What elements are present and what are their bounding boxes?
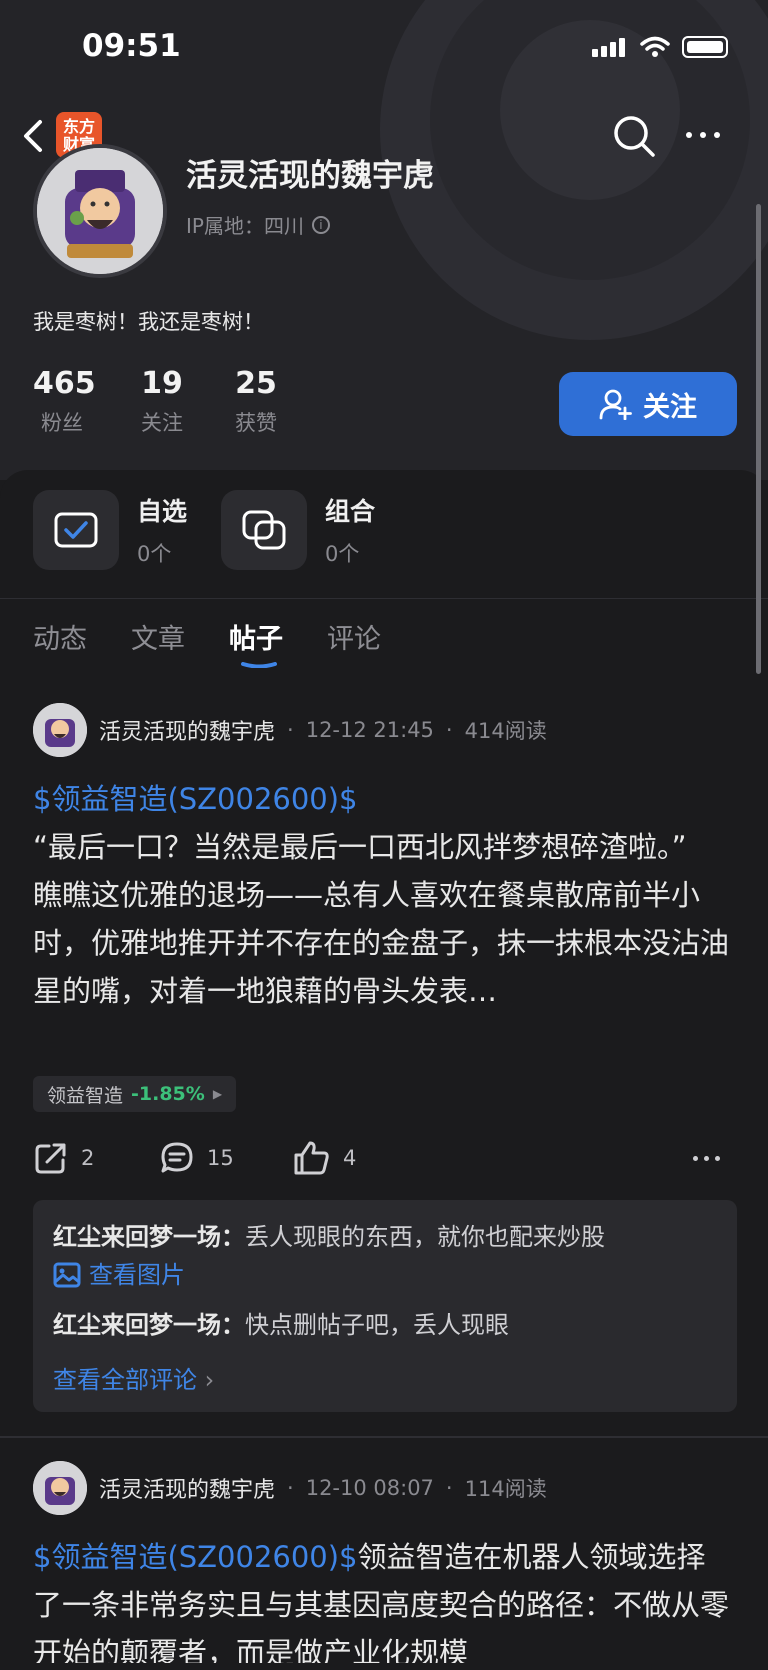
divider — [0, 1436, 768, 1438]
comment-icon — [161, 1142, 193, 1173]
active-tab-indicator — [241, 662, 277, 668]
view-image-link[interactable]: 查看图片 — [53, 1256, 717, 1294]
post-reads: 414阅读 — [464, 719, 547, 743]
post-text-2: 瞧瞧这优雅的退场——总有人喜欢在餐桌散席前半小时，优雅地推开并不存在的金盘子，抹… — [33, 878, 730, 1008]
post-header[interactable]: 活灵活现的魏宇虎 · 12-12 21:45 · 414阅读 — [33, 703, 547, 757]
stat-likes[interactable]: 25 获赞 — [227, 366, 285, 437]
comment-preview-box[interactable]: 红尘来回梦一场：丢人现眼的东西，就你也配来炒股 查看图片 红尘来回梦一场：快点删… — [33, 1200, 737, 1412]
tab-activity[interactable]: 动态 — [33, 617, 87, 656]
info-icon[interactable]: i — [311, 215, 330, 234]
share-icon — [35, 1143, 66, 1174]
comment-button[interactable]: 15 — [159, 1140, 293, 1176]
image-icon — [53, 1262, 81, 1288]
profile-username: 活灵活现的魏宇虎 — [186, 158, 434, 194]
tab-articles[interactable]: 文章 — [131, 617, 185, 656]
stat-following[interactable]: 19 关注 — [133, 366, 191, 437]
post-header[interactable]: 活灵活现的魏宇虎 · 12-10 08:07 · 114阅读 — [33, 1461, 547, 1515]
status-time: 09:51 — [82, 28, 181, 64]
add-user-icon — [599, 389, 632, 420]
post-reads: 114阅读 — [464, 1477, 547, 1501]
status-icons — [592, 36, 728, 58]
divider — [0, 598, 768, 599]
avatar[interactable] — [33, 703, 87, 757]
stock-tag[interactable]: 领益智造 -1.85% ▶ — [33, 1076, 237, 1112]
search-icon[interactable] — [612, 114, 656, 158]
post-content[interactable]: $领益智造(SZ002600)$领益智造在机器人领域选择了一条非常务实且与其基因… — [33, 1533, 733, 1663]
avatar[interactable] — [33, 144, 167, 278]
chevron-right-icon: ▶ — [212, 1087, 223, 1101]
comment-item[interactable]: 红尘来回梦一场：丢人现眼的东西，就你也配来炒股 — [53, 1218, 717, 1256]
post-author[interactable]: 活灵活现的魏宇虎 — [99, 1472, 275, 1504]
tab-posts[interactable]: 帖子 — [229, 617, 283, 656]
profile-bio: 我是枣树！我还是枣树！ — [33, 310, 264, 334]
watchlist-card[interactable]: 自选 0个 — [33, 490, 187, 570]
post-text: “最后一口？当然是最后一口西北风拌梦想碎渣啦。” — [33, 830, 687, 864]
follow-button[interactable]: 关注 — [559, 372, 737, 436]
like-button[interactable]: 4 — [293, 1140, 693, 1176]
ip-location: IP属地：四川 i — [186, 210, 330, 239]
avatar-image — [37, 148, 163, 274]
more-options-button[interactable] — [693, 1155, 720, 1161]
battery-icon — [682, 36, 728, 58]
wifi-icon — [640, 36, 670, 57]
tab-bar: 动态 文章 帖子 评论 — [33, 617, 381, 656]
avatar[interactable] — [33, 1461, 87, 1515]
watchlist-icon — [33, 490, 119, 570]
stock-link[interactable]: $领益智造(SZ002600)$ — [33, 1540, 358, 1574]
post-author[interactable]: 活灵活现的魏宇虎 — [99, 714, 275, 746]
thumbs-up-icon — [294, 1141, 329, 1175]
chevron-right-icon: › — [197, 1366, 215, 1394]
post-date: 12-10 08:07 — [305, 1476, 434, 1500]
back-button[interactable] — [18, 116, 48, 156]
share-button[interactable]: 2 — [33, 1140, 159, 1176]
portfolio-icon — [221, 490, 307, 570]
post-actions: 2 15 4 — [33, 1140, 720, 1176]
stock-link[interactable]: $领益智造(SZ002600)$ — [33, 775, 733, 823]
more-options-button[interactable] — [686, 132, 720, 138]
tab-comments[interactable]: 评论 — [327, 617, 381, 656]
comment-item[interactable]: 红尘来回梦一场：快点删帖子吧，丢人现眼 — [53, 1306, 717, 1344]
scrollbar[interactable] — [756, 204, 761, 674]
view-all-comments-link[interactable]: 查看全部评论 › — [53, 1360, 717, 1395]
signal-icon — [592, 37, 628, 57]
post-date: 12-12 21:45 — [305, 718, 434, 742]
portfolio-card[interactable]: 组合 0个 — [221, 490, 375, 570]
post-content[interactable]: $领益智造(SZ002600)$ “最后一口？当然是最后一口西北风拌梦想碎渣啦。… — [33, 775, 733, 1015]
stat-followers[interactable]: 465 粉丝 — [33, 366, 96, 437]
